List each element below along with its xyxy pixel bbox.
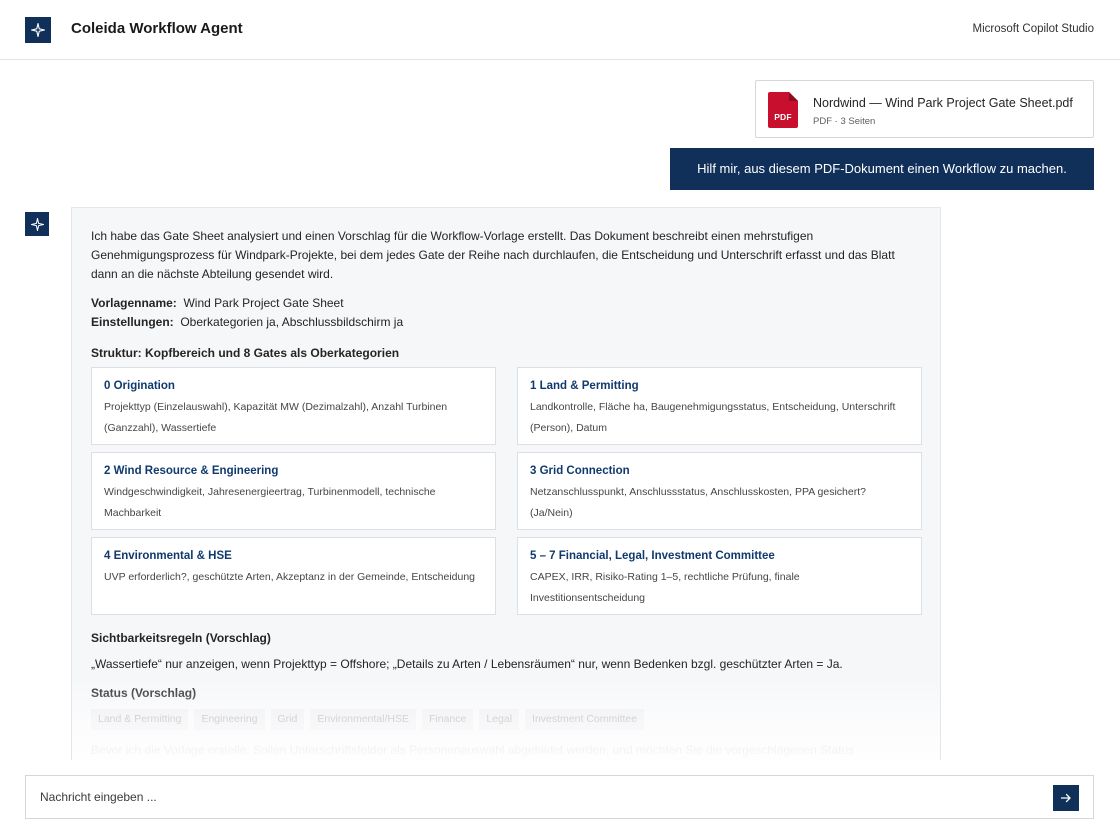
- gate-card: 4 Environmental & HSE UVP erforderlich?,…: [91, 537, 496, 615]
- settings-row: Einstellungen: Oberkategorien ja, Abschl…: [91, 315, 403, 329]
- gate-title: 1 Land & Permitting: [530, 380, 639, 392]
- gate-description: CAPEX, IRR, Risiko-Rating 1–5, rechtlich…: [530, 571, 800, 604]
- template-name-value: Wind Park Project Gate Sheet: [183, 296, 344, 310]
- attachment-meta: PDF · 3 Seiten: [813, 116, 876, 127]
- gate-description: Landkontrolle, Fläche ha, Baugenehmigung…: [530, 401, 896, 434]
- gate-title: 3 Grid Connection: [530, 465, 630, 477]
- gate-description: Netzanschlusspunkt, Anschlussstatus, Ans…: [530, 486, 866, 519]
- status-chip: Grid: [270, 709, 305, 730]
- send-button[interactable]: [1053, 785, 1079, 811]
- template-name-row: Vorlagenname: Wind Park Project Gate She…: [91, 296, 344, 310]
- gate-title: 2 Wind Resource & Engineering: [104, 465, 279, 477]
- arrow-right-icon: [1060, 793, 1071, 803]
- gate-card: 0 Origination Projekttyp (Einzelauswahl)…: [91, 367, 496, 445]
- gate-description: Windgeschwindigkeit, Jahresenergieertrag…: [104, 486, 436, 519]
- bot-message: Ich habe das Gate Sheet analysiert und e…: [71, 207, 941, 767]
- gate-description: UVP erforderlich?, geschützte Arten, Akz…: [104, 571, 476, 583]
- app-title: Coleida Workflow Agent: [71, 20, 243, 37]
- structure-title: Struktur: Kopfbereich und 8 Gates als Ob…: [91, 346, 400, 360]
- gate-title: 0 Origination: [104, 380, 175, 392]
- status-title: Status (Vorschlag): [91, 686, 197, 700]
- message-composer: [25, 775, 1094, 819]
- gate-description: Projekttyp (Einzelauswahl), Kapazität MW…: [104, 401, 448, 434]
- gate-card: 2 Wind Resource & Engineering Windgeschw…: [91, 452, 496, 530]
- pdf-file-icon: PDF: [768, 92, 798, 128]
- gate-title: 4 Environmental & HSE: [104, 550, 232, 562]
- status-chip: Finance: [421, 709, 474, 730]
- template-name-label: Vorlagenname:: [91, 296, 177, 310]
- status-chip: Legal: [479, 709, 520, 730]
- visibility-rules-title: Sichtbarkeitsregeln (Vorschlag): [91, 631, 271, 645]
- gate-title: 5 – 7 Financial, Legal, Investment Commi…: [530, 550, 775, 562]
- gate-card: 1 Land & Permitting Landkontrolle, Fläch…: [517, 367, 922, 445]
- status-chip: Investment Committee: [525, 709, 645, 730]
- visibility-rules-text: „Wassertiefe“ nur anzeigen, wenn Projekt…: [91, 657, 843, 671]
- settings-label: Einstellungen:: [91, 315, 174, 329]
- sparkle-icon: [30, 217, 44, 231]
- settings-value: Oberkategorien ja, Abschlussbildschirm j…: [180, 315, 404, 329]
- pdf-icon-label: PDF: [774, 112, 792, 122]
- platform-label: Microsoft Copilot Studio: [972, 23, 1094, 35]
- message-input[interactable]: [40, 776, 1030, 818]
- status-chip: Engineering: [194, 709, 265, 730]
- sparkle-icon: [25, 17, 51, 43]
- status-chip-list: Land & Permitting Engineering Grid Envir…: [91, 709, 645, 730]
- pdf-attachment-card[interactable]: PDF Nordwind — Wind Park Project Gate Sh…: [755, 80, 1094, 138]
- status-chip: Land & Permitting: [91, 709, 189, 730]
- status-chip: Environmental/HSE: [310, 709, 416, 730]
- attachment-file-name: Nordwind — Wind Park Project Gate Sheet.…: [813, 96, 1073, 110]
- bot-trailing-text: Bevor ich die Vorlage erstelle: Sollen U…: [91, 743, 855, 757]
- gate-card: 3 Grid Connection Netzanschlusspunkt, An…: [517, 452, 922, 530]
- gate-card: 5 – 7 Financial, Legal, Investment Commi…: [517, 537, 922, 615]
- bot-intro-text: Ich habe das Gate Sheet analysiert und e…: [91, 229, 895, 281]
- app-header: Coleida Workflow Agent Microsoft Copilot…: [0, 0, 1120, 60]
- user-message: Hilf mir, aus diesem PDF-Dokument einen …: [670, 148, 1094, 190]
- bot-avatar: [25, 212, 49, 236]
